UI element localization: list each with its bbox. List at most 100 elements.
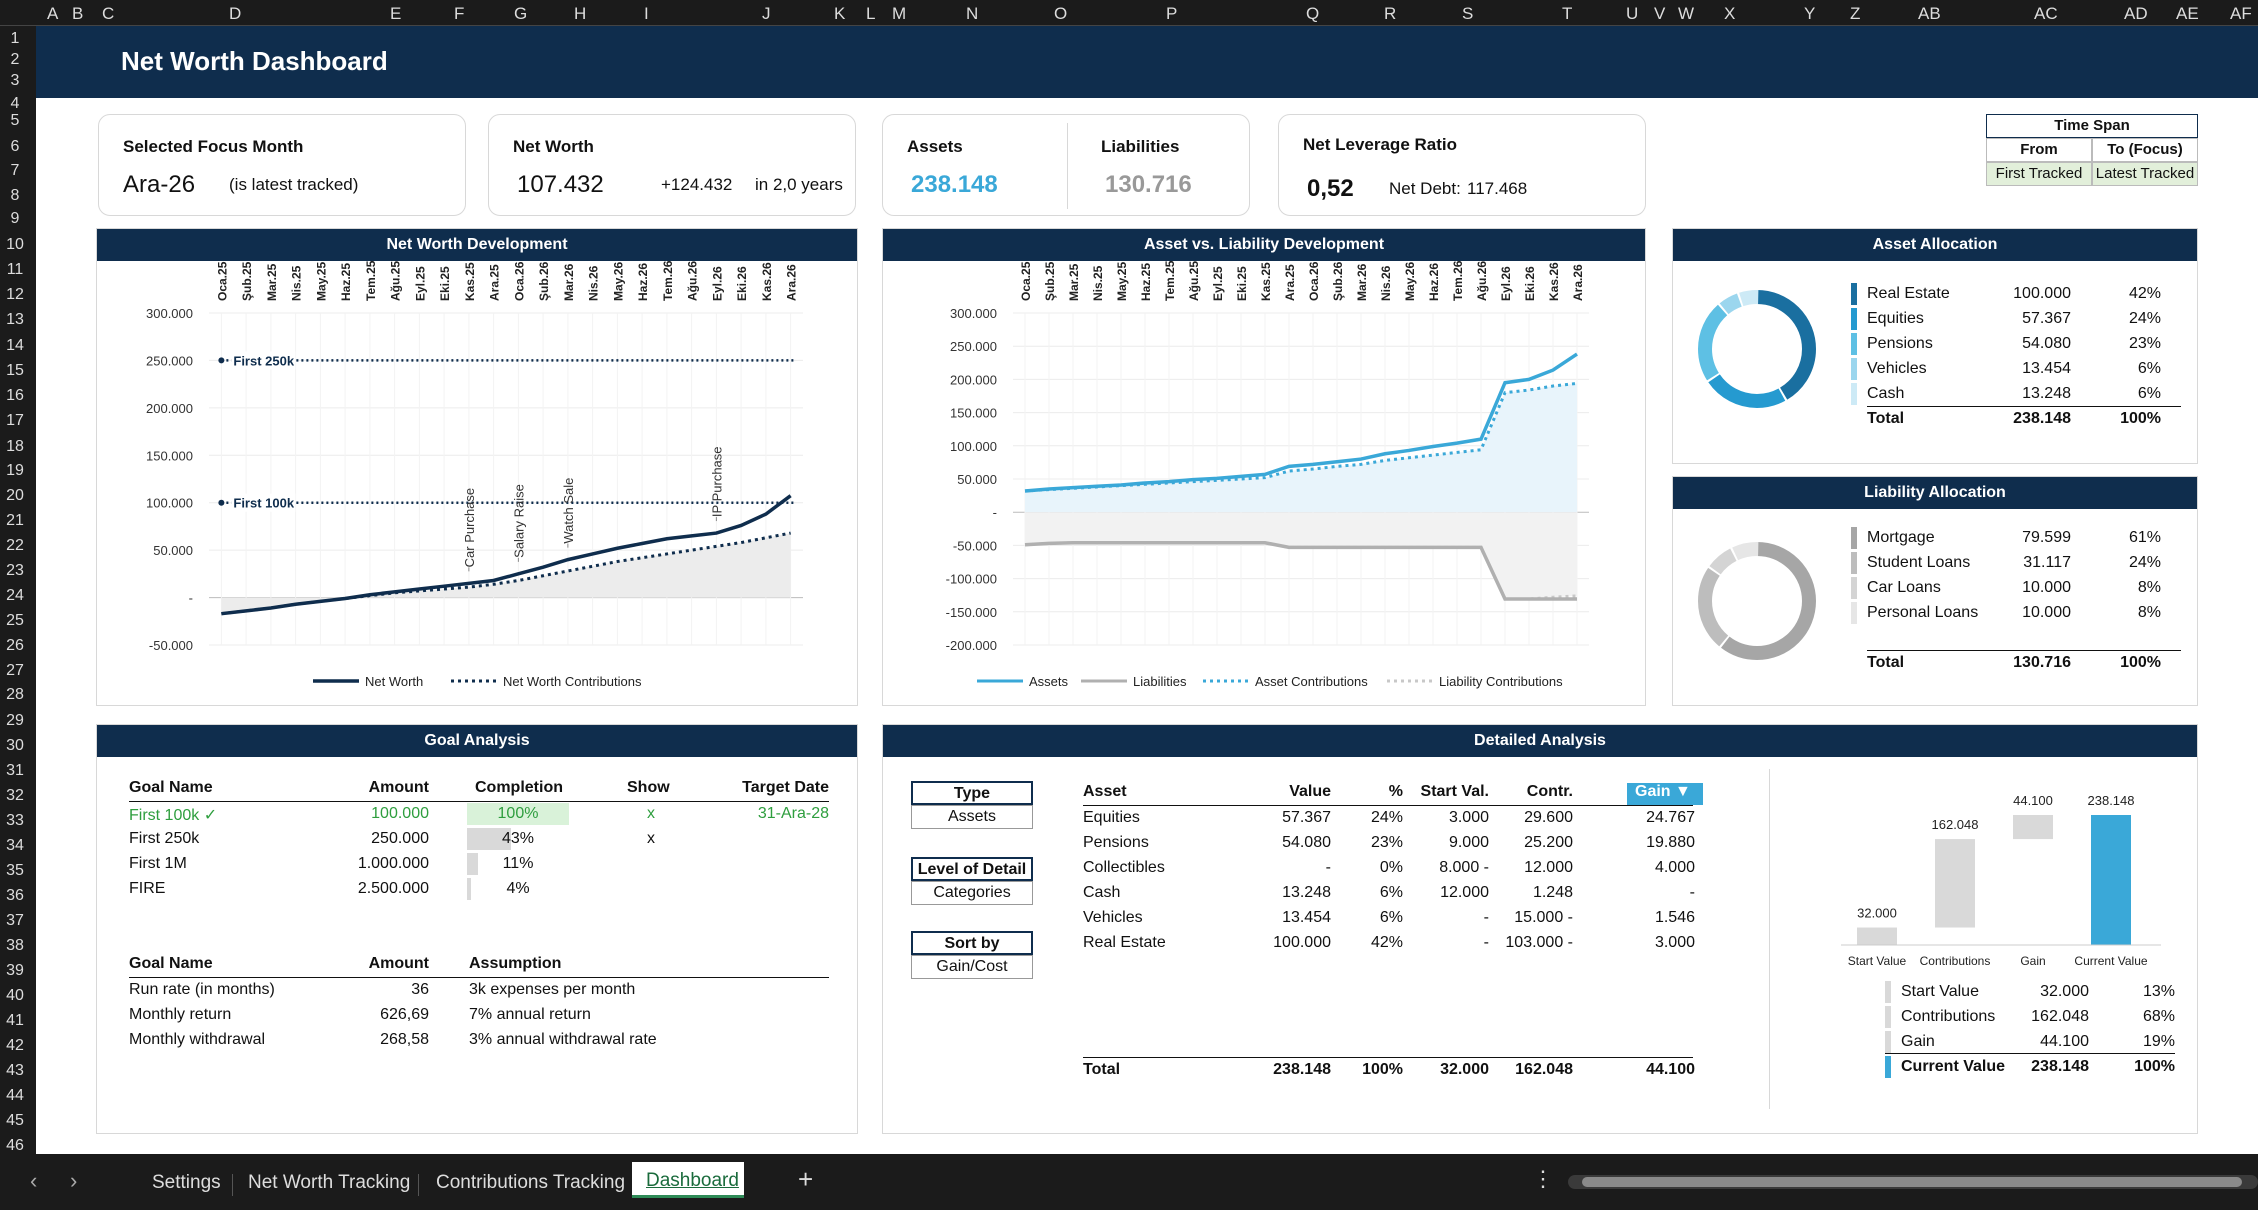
- column-header[interactable]: A: [47, 4, 58, 24]
- tab-contributions-tracking[interactable]: Contributions Tracking: [436, 1172, 625, 1194]
- row-header[interactable]: 7: [0, 162, 30, 180]
- row-header[interactable]: 4: [0, 95, 30, 113]
- row-header[interactable]: 2: [0, 51, 30, 69]
- row-header[interactable]: 13: [0, 311, 30, 329]
- column-header[interactable]: H: [574, 4, 586, 24]
- row-header[interactable]: 22: [0, 537, 30, 555]
- row-header[interactable]: 12: [0, 286, 30, 304]
- column-header[interactable]: I: [644, 4, 649, 24]
- row-header[interactable]: 8: [0, 187, 30, 205]
- row-header[interactable]: 46: [0, 1137, 30, 1155]
- time-span-to-value[interactable]: Latest Tracked: [2092, 162, 2198, 186]
- tab-settings[interactable]: Settings: [152, 1172, 221, 1194]
- column-header[interactable]: S: [1462, 4, 1473, 24]
- column-header[interactable]: AE: [2176, 4, 2199, 24]
- row-header[interactable]: 39: [0, 962, 30, 980]
- month-label: Nis.26: [587, 265, 601, 301]
- row-header[interactable]: 43: [0, 1062, 30, 1080]
- month-label: Şub.25: [1043, 261, 1057, 301]
- focus-month-card[interactable]: Selected Focus Month Ara-26 (is latest t…: [98, 114, 466, 216]
- row-header[interactable]: 3: [0, 72, 30, 90]
- row-header[interactable]: 42: [0, 1037, 30, 1055]
- row-header[interactable]: 28: [0, 686, 30, 704]
- sort-by-selector[interactable]: Gain/Cost: [911, 955, 1033, 979]
- row-header[interactable]: 34: [0, 837, 30, 855]
- column-header[interactable]: X: [1724, 4, 1735, 24]
- column-header[interactable]: G: [514, 4, 527, 24]
- row-header[interactable]: 9: [0, 210, 30, 228]
- column-header[interactable]: AB: [1918, 4, 1941, 24]
- row-header[interactable]: 40: [0, 987, 30, 1005]
- row-header[interactable]: 35: [0, 862, 30, 880]
- level-of-detail-selector[interactable]: Categories: [911, 881, 1033, 905]
- row-header[interactable]: 14: [0, 337, 30, 355]
- row-header[interactable]: 10: [0, 236, 30, 254]
- goal-show-flag[interactable]: x: [647, 830, 655, 848]
- gain-sort-header[interactable]: Gain ▼: [1627, 783, 1703, 805]
- row-header[interactable]: 37: [0, 912, 30, 930]
- goal-show-flag[interactable]: x: [647, 805, 655, 823]
- column-header[interactable]: J: [762, 4, 771, 24]
- column-header[interactable]: AC: [2034, 4, 2058, 24]
- legend-color-swatch: [1851, 358, 1857, 380]
- column-header[interactable]: E: [390, 4, 401, 24]
- row-header[interactable]: 27: [0, 662, 30, 680]
- column-header[interactable]: M: [892, 4, 906, 24]
- column-header[interactable]: P: [1166, 4, 1177, 24]
- row-header[interactable]: 26: [0, 637, 30, 655]
- add-sheet-icon[interactable]: +: [798, 1164, 813, 1195]
- more-options-icon[interactable]: ⋮: [1532, 1166, 1554, 1192]
- row-header[interactable]: 45: [0, 1112, 30, 1130]
- column-header[interactable]: AF: [2230, 4, 2252, 24]
- column-header[interactable]: N: [966, 4, 978, 24]
- row-header[interactable]: 36: [0, 887, 30, 905]
- row-header[interactable]: 38: [0, 937, 30, 955]
- tab-dashboard[interactable]: Dashboard: [632, 1162, 744, 1198]
- column-header[interactable]: B: [72, 4, 83, 24]
- column-header[interactable]: F: [454, 4, 464, 24]
- row-header[interactable]: 1: [0, 30, 30, 48]
- time-span-from-value[interactable]: First Tracked: [1986, 162, 2092, 186]
- row-header[interactable]: 44: [0, 1087, 30, 1105]
- row-header[interactable]: 6: [0, 138, 30, 156]
- column-header[interactable]: W: [1678, 4, 1694, 24]
- row-header[interactable]: 31: [0, 762, 30, 780]
- column-header[interactable]: O: [1054, 4, 1067, 24]
- column-header[interactable]: D: [229, 4, 241, 24]
- row-header[interactable]: 29: [0, 712, 30, 730]
- row-header[interactable]: 24: [0, 587, 30, 605]
- row-header[interactable]: 30: [0, 737, 30, 755]
- column-header[interactable]: Z: [1850, 4, 1860, 24]
- column-header[interactable]: L: [866, 4, 875, 24]
- column-header[interactable]: AD: [2124, 4, 2148, 24]
- row-header[interactable]: 16: [0, 387, 30, 405]
- type-selector[interactable]: Assets: [911, 805, 1033, 829]
- column-header[interactable]: T: [1562, 4, 1572, 24]
- row-header[interactable]: 5: [0, 112, 30, 130]
- column-header[interactable]: V: [1654, 4, 1665, 24]
- scroll-left-icon[interactable]: ‹: [30, 1168, 37, 1194]
- column-header[interactable]: U: [1626, 4, 1638, 24]
- column-header[interactable]: C: [102, 4, 114, 24]
- horizontal-scrollbar[interactable]: [1568, 1175, 2258, 1189]
- row-header[interactable]: 18: [0, 438, 30, 456]
- row-header[interactable]: 17: [0, 412, 30, 430]
- column-header[interactable]: Y: [1804, 4, 1815, 24]
- row-header[interactable]: 15: [0, 362, 30, 380]
- row-header[interactable]: 33: [0, 812, 30, 830]
- column-header[interactable]: Q: [1306, 4, 1319, 24]
- scroll-right-icon[interactable]: ›: [70, 1168, 77, 1194]
- column-header[interactable]: K: [834, 4, 845, 24]
- row-header[interactable]: 23: [0, 562, 30, 580]
- row-header[interactable]: 25: [0, 612, 30, 630]
- row-header[interactable]: 41: [0, 1012, 30, 1030]
- row-header[interactable]: 21: [0, 512, 30, 530]
- tab-net-worth-tracking[interactable]: Net Worth Tracking: [248, 1172, 410, 1194]
- scrollbar-thumb[interactable]: [1582, 1177, 2242, 1187]
- row-header[interactable]: 32: [0, 787, 30, 805]
- goal-header: Goal Name: [129, 779, 213, 796]
- row-header[interactable]: 19: [0, 462, 30, 480]
- row-header[interactable]: 11: [0, 261, 30, 279]
- column-header[interactable]: R: [1384, 4, 1396, 24]
- row-header[interactable]: 20: [0, 487, 30, 505]
